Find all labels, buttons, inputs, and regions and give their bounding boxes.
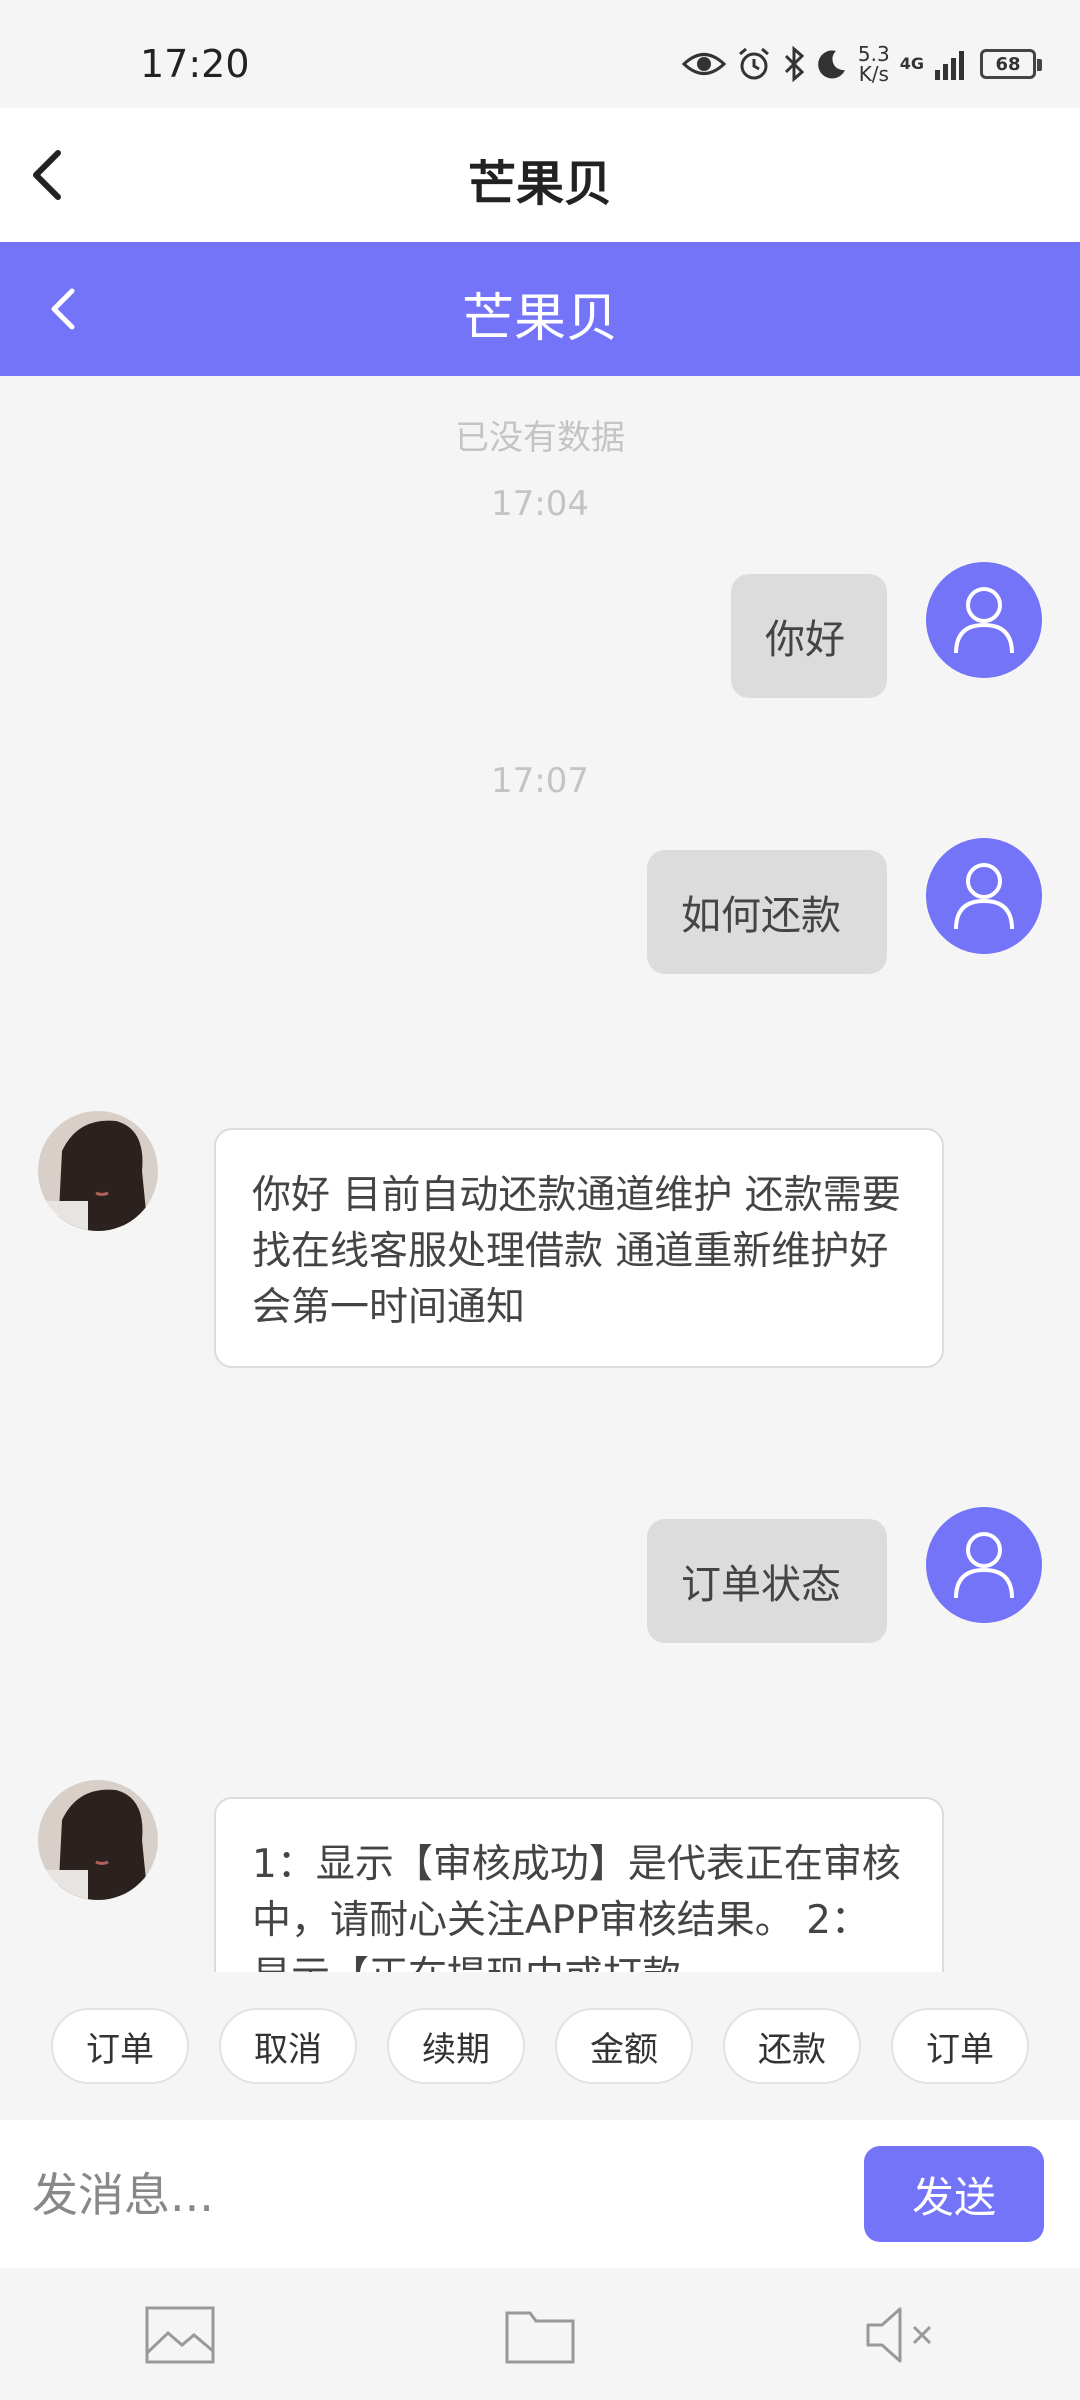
user-avatar[interactable]: [926, 562, 1042, 678]
quick-reply-chip[interactable]: 订单: [51, 2008, 189, 2084]
outgoing-message[interactable]: 你好: [731, 574, 887, 698]
agent-avatar-image: [38, 1780, 158, 1900]
user-icon: [954, 1532, 1014, 1599]
outgoing-message[interactable]: 订单状态: [647, 1519, 887, 1643]
network-speed: 5.3 K/s: [857, 42, 890, 86]
agent-avatar[interactable]: [38, 1111, 158, 1231]
message-list[interactable]: 已没有数据 17:04 你好 17:07 如何还款 你好 目前自动还款通道维护 …: [0, 376, 1080, 1972]
chat-title: 芒果贝: [461, 289, 618, 349]
eye-icon: [681, 53, 726, 75]
speaker-mute-icon: [866, 2307, 932, 2363]
user-avatar[interactable]: [926, 838, 1042, 954]
battery-level: 68: [995, 53, 1021, 75]
send-button[interactable]: 发送: [864, 2146, 1044, 2242]
chat-header: 芒果贝: [0, 242, 1080, 376]
status-time: 17:20: [140, 42, 250, 86]
battery-icon: 68: [980, 49, 1042, 79]
alarm-icon: [738, 47, 769, 80]
quick-reply-chip[interactable]: 还款: [723, 2008, 861, 2084]
status-icons: 5.3 K/s 4G 68: [681, 36, 1042, 92]
quick-reply-chip[interactable]: 取消: [219, 2008, 357, 2084]
incoming-message[interactable]: 1：显示【审核成功】是代表正在审核中，请耐心关注APP审核结果。 2：显示【正在…: [214, 1797, 944, 1972]
mute-button[interactable]: [862, 2298, 942, 2372]
agent-avatar-image: [38, 1111, 158, 1231]
image-button[interactable]: [140, 2298, 220, 2372]
message-input[interactable]: [30, 2144, 834, 2246]
network-type: 4G: [899, 54, 924, 73]
folder-button[interactable]: [500, 2298, 580, 2372]
timestamp: 17:04: [491, 484, 589, 524]
bluetooth-icon: [784, 46, 805, 82]
status-bar: 17:20 5.3 K/s 4G 68: [0, 0, 1080, 108]
page-title: 芒果贝: [467, 156, 612, 212]
quick-reply-chip[interactable]: 金额: [555, 2008, 693, 2084]
signal-icon: [935, 51, 964, 80]
moon-icon: [818, 50, 845, 79]
message-input-bar: 发送: [0, 2120, 1080, 2268]
quick-reply-chip[interactable]: 订单: [891, 2008, 1029, 2084]
folder-icon: [505, 2311, 575, 2364]
user-icon: [954, 587, 1014, 654]
quick-reply-chip[interactable]: 续期: [387, 2008, 525, 2084]
outgoing-message[interactable]: 如何还款: [647, 850, 887, 974]
incoming-message[interactable]: 你好 目前自动还款通道维护 还款需要找在线客服处理借款 通道重新维护好会第一时间…: [214, 1128, 944, 1368]
timestamp: 17:07: [491, 761, 589, 801]
quick-replies: 订单 取消 续期 金额 还款 订单: [0, 1972, 1080, 2120]
no-more-data-label: 已没有数据: [455, 418, 625, 458]
image-icon: [145, 2306, 215, 2364]
app-bar: 芒果贝: [0, 108, 1080, 242]
user-avatar[interactable]: [926, 1507, 1042, 1623]
user-icon: [954, 863, 1014, 930]
agent-avatar[interactable]: [38, 1780, 158, 1900]
attachment-toolbar: [0, 2268, 1080, 2400]
